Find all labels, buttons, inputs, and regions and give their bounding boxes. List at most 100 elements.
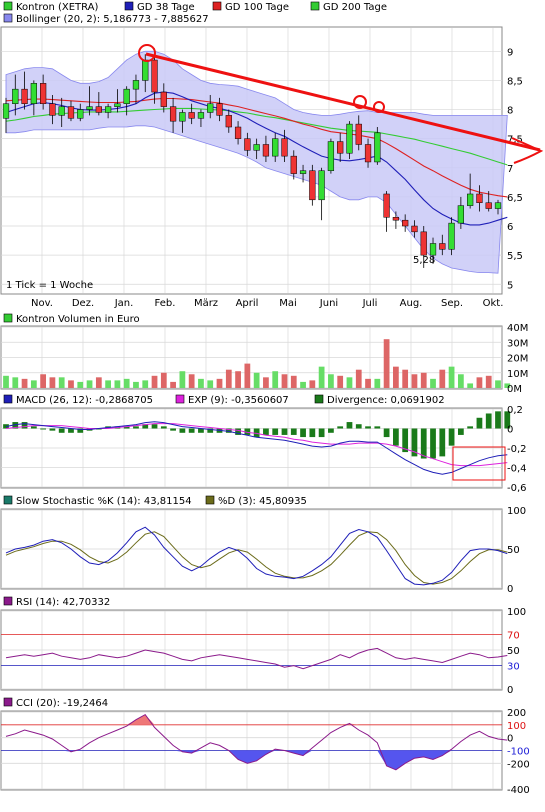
macd-tick-label: 0 xyxy=(507,425,513,436)
stoch-legend: Slow Stochastic %K (14): 43,81154 %D (3)… xyxy=(3,495,307,507)
candle-body xyxy=(262,144,270,157)
divergence-bar xyxy=(383,428,390,438)
candle-body xyxy=(253,144,260,151)
legend-swatch-0 xyxy=(3,1,13,11)
volume-title: Kontron Volumen in Euro xyxy=(16,314,140,325)
stoch-d-label: %D (3): 45,80935 xyxy=(218,496,307,507)
candle-body xyxy=(114,103,121,107)
divergence-bar xyxy=(263,428,269,435)
volume-bar xyxy=(160,372,167,388)
volume-bar xyxy=(402,369,409,388)
volume-bar xyxy=(309,380,316,388)
volume-bar xyxy=(485,375,492,388)
volume-bar xyxy=(133,381,139,388)
divergence-bar xyxy=(448,428,455,446)
legend-swatch-3 xyxy=(310,1,320,11)
rsi-tick-label: 0 xyxy=(507,685,513,696)
divergence-bar xyxy=(30,426,37,429)
legend-gd38: GD 38 Tage xyxy=(137,2,195,13)
candle-body xyxy=(151,59,158,93)
volume-bar xyxy=(495,380,501,388)
volume-bar xyxy=(253,372,260,388)
min-label: 5,28 xyxy=(413,255,435,266)
candle-body xyxy=(281,138,288,157)
volume-bar xyxy=(439,369,446,388)
volume-bar xyxy=(58,377,65,388)
candle-body xyxy=(374,132,381,163)
volume-bar xyxy=(225,369,232,388)
divergence-bar xyxy=(485,413,492,429)
volume-bar xyxy=(430,378,436,388)
month-label: Dez. xyxy=(72,298,94,309)
macd-legend: MACD (26, 12): -0,2868705 EXP (9): -0,35… xyxy=(3,394,445,406)
volume-bar xyxy=(21,378,28,388)
candle-body xyxy=(429,243,437,256)
divergence-bar xyxy=(467,426,474,429)
candle-body xyxy=(104,106,112,113)
volume-legend-swatch xyxy=(3,313,13,323)
divergence-bar xyxy=(151,424,158,429)
candle-body xyxy=(169,106,177,122)
candle-body xyxy=(411,225,418,233)
divergence-bar xyxy=(179,428,186,433)
cci-tick-label: -200 xyxy=(507,759,530,770)
candle-body xyxy=(123,88,130,104)
candle-body xyxy=(485,202,492,209)
candle-body xyxy=(290,155,297,174)
candle-body xyxy=(30,83,37,104)
divergence-bar xyxy=(346,422,353,429)
exp-label: EXP (9): -0,3560607 xyxy=(188,395,289,406)
legend-swatch-bollinger xyxy=(3,13,13,23)
stoch-k-swatch xyxy=(3,495,13,505)
divergence-bar xyxy=(355,424,362,429)
candle-body xyxy=(77,109,84,119)
legend-swatch-2 xyxy=(212,1,222,11)
rsi-label: RSI (14): 42,70332 xyxy=(16,597,110,608)
volume-bar xyxy=(198,378,204,388)
legend-swatch-1 xyxy=(124,1,134,11)
cci-tick-label: -400 xyxy=(507,785,530,796)
divergence-bar xyxy=(337,426,344,429)
volume-bar xyxy=(207,380,214,388)
month-label: Jan. xyxy=(114,298,134,309)
legend-gd100: GD 100 Tage xyxy=(225,2,289,13)
divergence-bar xyxy=(374,426,381,429)
volume-bar xyxy=(151,375,158,388)
month-label: Feb. xyxy=(155,298,176,309)
price-tick-label: 6,5 xyxy=(507,193,523,204)
volume-bar xyxy=(383,339,390,388)
divergence-bar xyxy=(309,428,316,438)
candle-body xyxy=(2,103,10,119)
volume-bar xyxy=(281,374,288,388)
volume-bar xyxy=(328,374,334,388)
divergence-bar xyxy=(272,428,279,435)
volume-bar xyxy=(114,380,121,388)
volume-tick-label: 10M xyxy=(507,369,528,380)
volume-bar xyxy=(105,380,111,388)
candle-body xyxy=(439,243,446,250)
month-label: Okt. xyxy=(483,298,504,309)
candle-body xyxy=(476,193,483,203)
volume-bar xyxy=(365,378,371,388)
divergence-bar xyxy=(40,428,47,430)
volume-bar xyxy=(420,372,427,388)
rsi-swatch xyxy=(3,596,13,606)
candle-body xyxy=(494,202,502,209)
volume-bar xyxy=(393,366,399,388)
exp-swatch xyxy=(175,394,185,404)
divergence-label: Divergence: 0,0691902 xyxy=(327,395,445,406)
divergence-bar xyxy=(439,428,446,457)
volume-bar xyxy=(476,377,483,388)
divergence-bar xyxy=(49,428,56,431)
volume-bar xyxy=(142,380,149,388)
volume-tick-label: 20M xyxy=(507,354,528,365)
volume-bar xyxy=(355,369,362,388)
volume-bar xyxy=(40,374,47,388)
candle-body xyxy=(142,59,149,81)
stoch-tick-label: 50 xyxy=(507,545,520,556)
divergence-bar xyxy=(328,428,334,433)
volume-bar xyxy=(12,377,19,388)
price-tick-label: 9 xyxy=(507,47,513,58)
macd-label: MACD (26, 12): -0,2868705 xyxy=(16,395,153,406)
candle-body xyxy=(402,219,409,227)
